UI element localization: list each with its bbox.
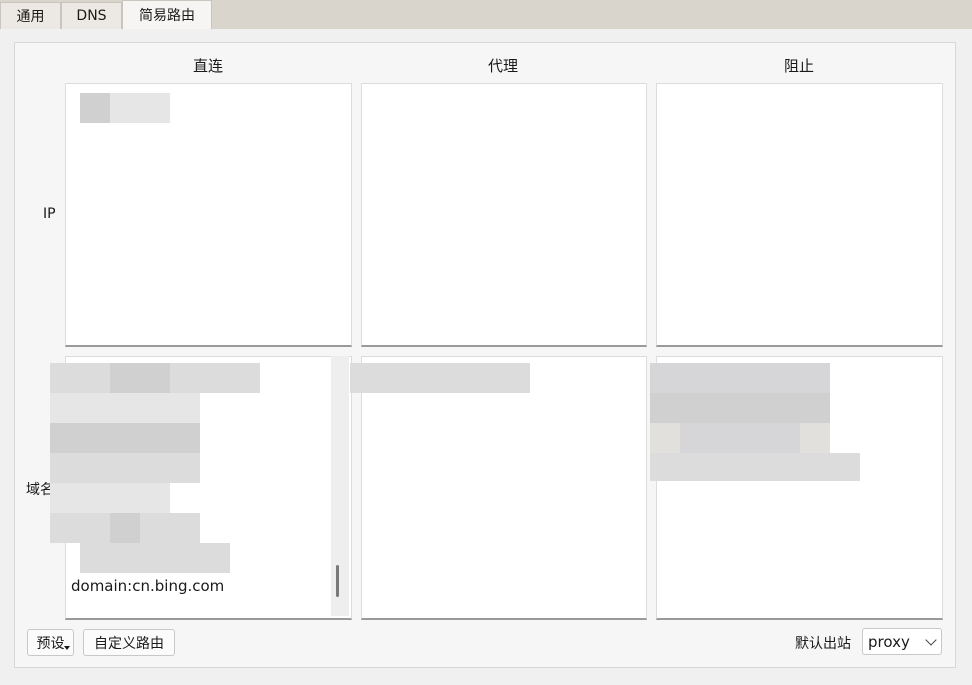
domain-entry: domain:cn.bing.com (71, 577, 225, 595)
domain-direct-scrollbar-thumb[interactable] (336, 565, 339, 597)
redacted-block (50, 423, 200, 453)
redacted-block (110, 93, 140, 123)
column-header-direct: 直连 (192, 57, 224, 75)
redacted-block (110, 363, 170, 393)
redacted-block (650, 363, 830, 393)
redacted-block (350, 363, 530, 393)
tab-bar: 通用 DNS 简易路由 (0, 0, 972, 29)
column-header-proxy: 代理 (487, 57, 519, 75)
dropdown-caret-icon (64, 646, 70, 650)
tab-simple-routing[interactable]: 简易路由 (122, 0, 212, 29)
custom-routing-button[interactable]: 自定义路由 (83, 629, 175, 656)
preset-button-label: 预设 (36, 635, 65, 652)
redacted-block (80, 93, 110, 123)
redacted-block (50, 453, 200, 483)
tab-general[interactable]: 通用 (0, 2, 61, 29)
redacted-block (680, 423, 800, 453)
default-outbound-select[interactable]: proxy (862, 628, 942, 655)
default-outbound-value: proxy (868, 632, 910, 651)
redacted-block (50, 393, 200, 423)
redacted-block (140, 93, 170, 123)
preset-button[interactable]: 预设 (27, 629, 74, 656)
redacted-block (50, 483, 170, 513)
redacted-block (110, 513, 140, 543)
chevron-down-icon (925, 634, 937, 646)
column-header-block: 阻止 (783, 57, 815, 75)
row-label-ip: IP (43, 206, 56, 222)
default-outbound-label: 默认出站 (795, 636, 851, 652)
domain-proxy-textarea[interactable] (361, 356, 647, 620)
redacted-block (650, 393, 830, 423)
redacted-block (650, 453, 860, 481)
ip-block-textarea[interactable] (656, 83, 943, 347)
redacted-block (80, 543, 230, 573)
ip-proxy-textarea[interactable] (361, 83, 647, 347)
tab-dns[interactable]: DNS (61, 2, 122, 29)
domain-direct-scrollbar-track[interactable] (331, 356, 349, 616)
